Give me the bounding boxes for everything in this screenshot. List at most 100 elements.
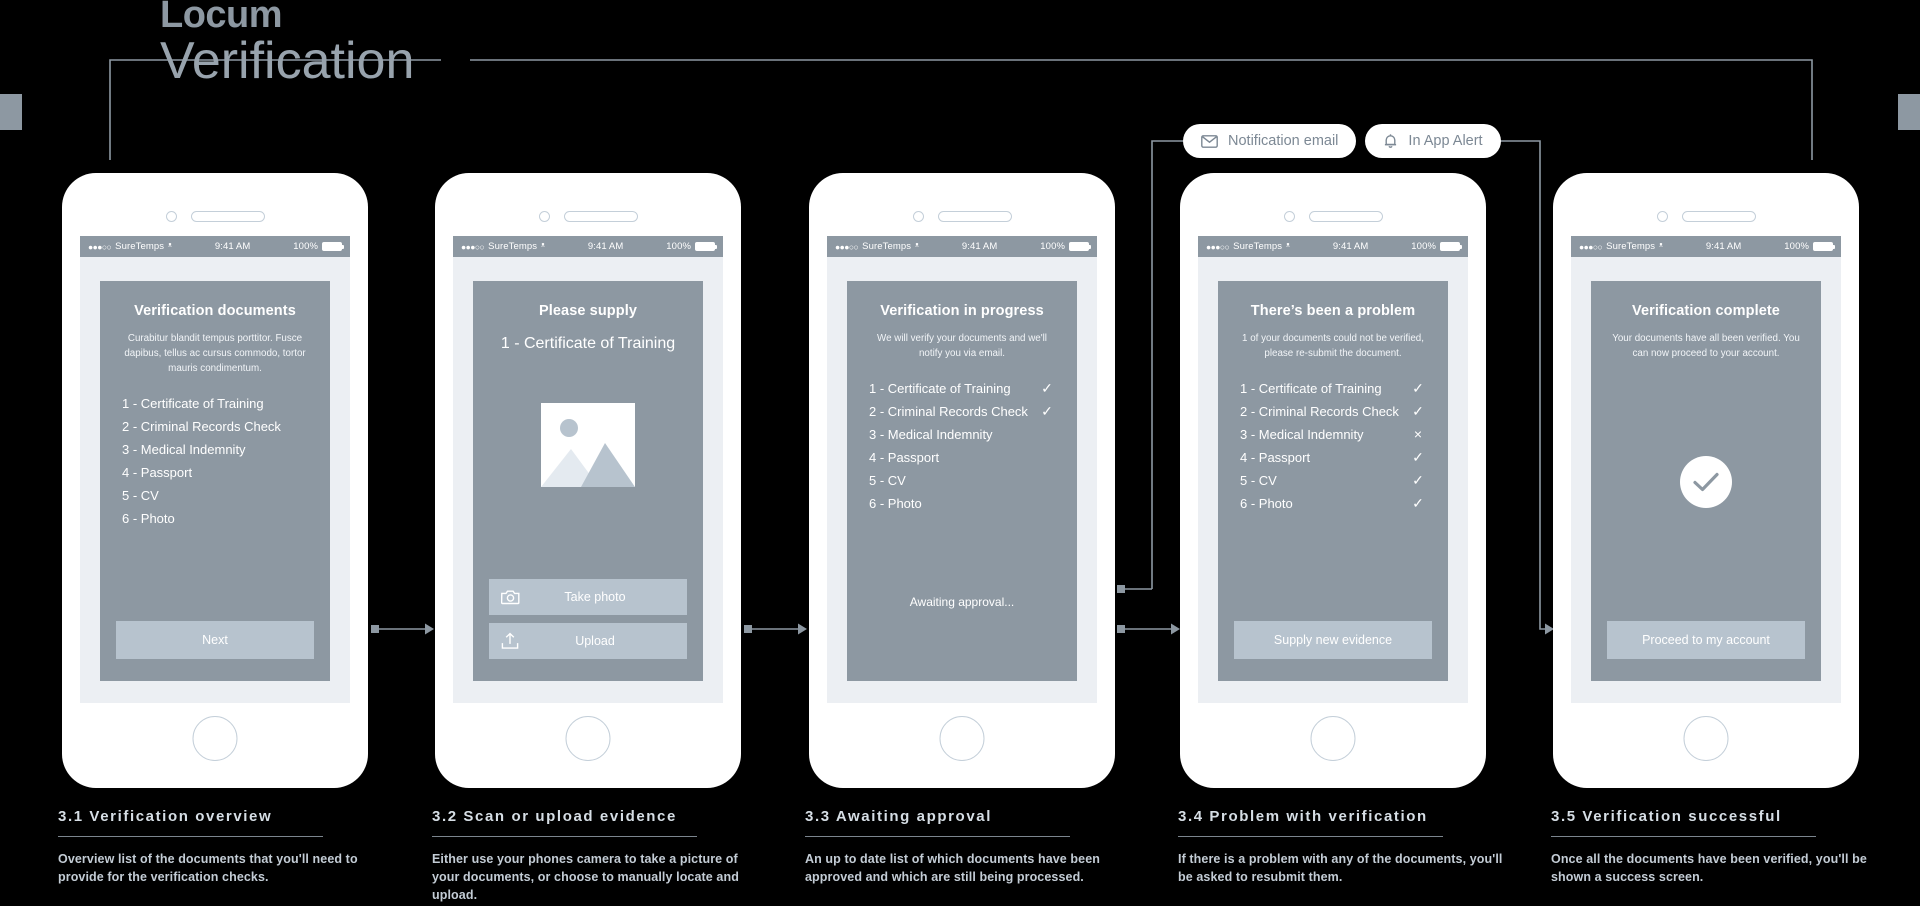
in-app-alert-label: In App Alert: [1408, 133, 1483, 149]
card-title-1: Verification documents: [134, 303, 296, 319]
in-app-alert-pill[interactable]: In App Alert: [1365, 124, 1501, 158]
status-bar-3: ●●●○○ SureTemps ᵜ 9:41 AM 100%: [827, 236, 1097, 257]
carrier-label: SureTemps: [488, 241, 538, 252]
list-item: 2 - Criminal Records Check ✓: [863, 400, 1061, 423]
caption-title: 3.3 Awaiting approval: [805, 808, 992, 825]
caption-title: 3.5 Verification successful: [1551, 808, 1782, 825]
battery-icon: [1813, 242, 1835, 251]
doc-label: 4 - Passport: [869, 450, 940, 465]
next-button[interactable]: Next: [116, 621, 314, 659]
status-bar-right: 100%: [1040, 241, 1091, 252]
list-item: 5 - CV: [863, 469, 1061, 492]
doc-label: 1 - Certificate of Training: [122, 396, 264, 411]
caption-body: Either use your phones camera to take a …: [432, 852, 739, 902]
caption-body: An up to date list of which documents ha…: [805, 852, 1101, 884]
awaiting-approval-status: Awaiting approval...: [909, 595, 1015, 609]
front-camera-icon: [538, 211, 550, 222]
home-button[interactable]: [1310, 716, 1356, 761]
list-item: 4 - Passport: [863, 446, 1061, 469]
status-bar-time: 9:41 AM: [1705, 241, 1742, 252]
phone-awaiting-approval: ●●●○○ SureTemps ᵜ 9:41 AM 100% Verificat…: [809, 173, 1115, 788]
document-list-3: 1 - Certificate of Training ✓ 2 - Crimina…: [863, 377, 1061, 515]
card-3: Verification in progress We will verify …: [847, 281, 1077, 681]
doc-label: 3 - Medical Indemnity: [122, 442, 246, 457]
caption-title: 3.1 Verification overview: [58, 808, 273, 825]
card-title-5: Verification complete: [1632, 303, 1780, 319]
screen-5: ●●●○○ SureTemps ᵜ 9:41 AM 100% Verificat…: [1571, 236, 1841, 703]
supply-new-evidence-button[interactable]: Supply new evidence: [1234, 621, 1432, 659]
take-photo-button[interactable]: Take photo: [489, 579, 687, 615]
list-item: 1 - Certificate of Training ✓: [1234, 377, 1432, 400]
list-item: 6 - Photo: [116, 507, 314, 530]
list-item: 5 - CV ✓: [1234, 469, 1432, 492]
notification-email-label: Notification email: [1228, 133, 1339, 149]
battery-icon: [1069, 242, 1091, 251]
bell-icon: [1383, 133, 1398, 149]
front-camera-icon: [1656, 211, 1668, 222]
list-item: 6 - Photo ✓: [1234, 492, 1432, 515]
caption-divider: [1178, 836, 1443, 837]
signal-dots-icon: ●●●○○: [461, 241, 485, 252]
earpiece-speaker: [563, 211, 638, 222]
caption-3-5: 3.5 Verification successful Once all the…: [1551, 808, 1881, 886]
status-bar-right: 100%: [1411, 241, 1462, 252]
list-item: 3 - Medical Indemnity ×: [1234, 423, 1432, 446]
phone-top-hardware: [1180, 211, 1486, 222]
status-bar-left: ●●●○○ SureTemps ᵜ: [1206, 241, 1290, 252]
battery-percent-label: 100%: [1040, 241, 1065, 252]
status-bar-time: 9:41 AM: [214, 241, 251, 252]
phone-verification-successful: ●●●○○ SureTemps ᵜ 9:41 AM 100% Verificat…: [1553, 173, 1859, 788]
carrier-label: SureTemps: [862, 241, 912, 252]
doc-label: 3 - Medical Indemnity: [869, 427, 993, 442]
wireframe-canvas: Locum Verification Notification email In…: [0, 0, 1920, 906]
signal-dots-icon: ●●●○○: [1206, 241, 1230, 252]
success-check-icon: [1680, 456, 1732, 508]
doc-label: 3 - Medical Indemnity: [1240, 427, 1364, 442]
doc-status-mark: ✓: [1412, 495, 1424, 511]
doc-label: 2 - Criminal Records Check: [869, 404, 1028, 419]
doc-label: 1 - Certificate of Training: [869, 381, 1011, 396]
front-camera-icon: [165, 211, 177, 222]
doc-status-mark: ✓: [1412, 403, 1424, 419]
caption-divider: [432, 836, 697, 837]
status-bar-left: ●●●○○ SureTemps ᵜ: [461, 241, 545, 252]
home-button[interactable]: [565, 716, 611, 761]
phone-top-hardware: [62, 211, 368, 222]
status-bar-right: 100%: [666, 241, 717, 252]
home-button[interactable]: [1683, 716, 1729, 761]
caption-title: 3.2 Scan or upload evidence: [432, 808, 677, 825]
upload-button[interactable]: Upload: [489, 623, 687, 659]
image-placeholder-icon: [541, 403, 635, 487]
doc-status-mark: ✓: [1041, 403, 1053, 419]
doc-label: 4 - Passport: [122, 465, 193, 480]
doc-status-mark: ✓: [1412, 380, 1424, 396]
carrier-label: SureTemps: [1233, 241, 1283, 252]
card-document-name-2: 1 - Certificate of Training: [500, 335, 676, 352]
list-item: 3 - Medical Indemnity: [863, 423, 1061, 446]
screen-3: ●●●○○ SureTemps ᵜ 9:41 AM 100% Verificat…: [827, 236, 1097, 703]
upload-icon: [501, 632, 519, 650]
proceed-to-my-account-button[interactable]: Proceed to my account: [1607, 621, 1805, 659]
carrier-label: SureTemps: [1606, 241, 1656, 252]
page-title: Locum Verification: [160, 0, 414, 90]
envelope-icon: [1201, 134, 1218, 148]
list-item: 2 - Criminal Records Check ✓: [1234, 400, 1432, 423]
battery-icon: [695, 242, 717, 251]
home-button[interactable]: [939, 716, 985, 761]
battery-percent-label: 100%: [293, 241, 318, 252]
doc-label: 6 - Photo: [122, 511, 175, 526]
card-2: Please supply 1 - Certificate of Trainin…: [473, 281, 703, 681]
list-item: 1 - Certificate of Training: [116, 392, 314, 415]
camera-icon: [501, 589, 520, 605]
home-button[interactable]: [192, 716, 238, 761]
earpiece-speaker: [1681, 211, 1756, 222]
notification-email-pill[interactable]: Notification email: [1183, 124, 1357, 158]
doc-label: 1 - Certificate of Training: [1240, 381, 1382, 396]
caption-body: If there is a problem with any of the do…: [1178, 852, 1503, 884]
screen-4: ●●●○○ SureTemps ᵜ 9:41 AM 100% There’s b…: [1198, 236, 1468, 703]
doc-status-mark: ✓: [1412, 449, 1424, 465]
doc-label: 5 - CV: [869, 473, 906, 488]
list-item: 6 - Photo: [863, 492, 1061, 515]
doc-label: 2 - Criminal Records Check: [122, 419, 281, 434]
edge-stub-left: [0, 94, 22, 130]
